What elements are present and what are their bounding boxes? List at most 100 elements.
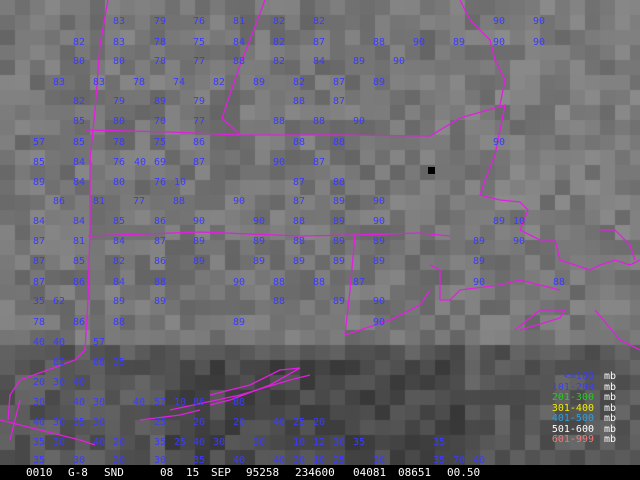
field-2: 04081	[353, 466, 387, 479]
pressure-value: 86	[153, 216, 167, 227]
pressure-value: 84	[112, 277, 126, 288]
pressure-value: 90	[512, 236, 526, 247]
pressure-value: 78	[32, 317, 46, 328]
pressure-value: 89	[112, 296, 126, 307]
legend-unit: mb	[604, 371, 617, 382]
pressure-value: 25	[173, 437, 187, 448]
pressure-value: 88	[272, 296, 286, 307]
pressure-value: 70	[153, 116, 167, 127]
pressure-value: 90	[392, 56, 406, 67]
pressure-value: 87	[32, 256, 46, 267]
pressure-value: 88	[272, 277, 286, 288]
pressure-value: 86	[72, 277, 86, 288]
pressure-value: 80	[112, 177, 126, 188]
pressure-value: 90	[412, 37, 426, 48]
legend-unit: mb	[604, 434, 617, 445]
pressure-value: 89	[252, 256, 266, 267]
pressure-value: 87	[32, 277, 46, 288]
pressure-value: 35	[432, 437, 446, 448]
legend-unit: mb	[604, 392, 617, 403]
station-marker	[428, 167, 435, 174]
pressure-value: 57	[153, 397, 167, 408]
pressure-value: 89	[153, 96, 167, 107]
pressure-value: 84	[72, 177, 86, 188]
legend-range: 601-999	[551, 434, 594, 445]
pressure-value: 88	[372, 37, 386, 48]
legend-range: 301-400	[551, 402, 594, 414]
pressure-value: 87	[292, 196, 306, 207]
border-line	[84, 0, 109, 351]
pressure-value: 84	[112, 236, 126, 247]
pressure-value: 87	[352, 277, 366, 288]
pressure-value: 90	[372, 196, 386, 207]
pressure-value: 76	[112, 157, 126, 168]
pressure-value: 30	[52, 377, 66, 388]
border-line	[600, 229, 636, 261]
pressure-value: 85	[72, 137, 86, 148]
pressure-value: 30	[252, 437, 266, 448]
pressure-value: 57	[92, 337, 106, 348]
legend-unit: mb	[604, 381, 617, 393]
image-info-bar: 0010 G-8 SND 08 15 SEP 95258 234600 0408…	[0, 465, 640, 480]
pressure-value: 90	[232, 196, 246, 207]
pressure-legend: <=100 mb 101-200 mb 201-300 mb 301-400 mb 401-50…	[522, 372, 634, 446]
pressure-value: 87	[192, 157, 206, 168]
pressure-value: 88	[172, 196, 186, 207]
pressure-value: 84	[72, 157, 86, 168]
pressure-value: 25	[292, 417, 306, 428]
pressure-value: 35	[153, 437, 167, 448]
pressure-value: 90	[532, 37, 546, 48]
pressure-value: 35	[112, 357, 126, 368]
pressure-value: 20	[192, 417, 206, 428]
day-field: 15	[186, 466, 200, 479]
legend-row: 401-500 mb	[522, 414, 634, 425]
pressure-value: 89	[32, 177, 46, 188]
pressure-value: 25	[153, 417, 167, 428]
legend-unit: mb	[604, 423, 617, 435]
pressure-value: 20	[32, 377, 46, 388]
pressure-value: 90	[472, 277, 486, 288]
pressure-value: 86	[72, 317, 86, 328]
frame-number: 0010	[26, 466, 53, 479]
pressure-value: 88	[552, 277, 566, 288]
pressure-value: 30	[92, 417, 106, 428]
pressure-value: 89	[352, 56, 366, 67]
pressure-value: 87	[332, 77, 346, 88]
field-4: 00.50	[447, 466, 481, 479]
border-line	[519, 229, 640, 271]
pressure-value: 12	[312, 437, 326, 448]
pressure-value: 90	[372, 216, 386, 227]
pressure-value: 82	[272, 56, 286, 67]
border-line	[139, 409, 201, 421]
pressure-value: 87	[32, 236, 46, 247]
border-line	[429, 264, 561, 301]
pressure-value: 88	[312, 116, 326, 127]
pressure-value: 85	[112, 216, 126, 227]
pressure-value: 78	[112, 137, 126, 148]
product-code: SND	[104, 466, 124, 479]
pressure-value: 90	[492, 137, 506, 148]
pressure-value: 89	[232, 317, 246, 328]
pressure-value: 88	[312, 277, 326, 288]
legend-row: 601-999 mb	[522, 435, 634, 446]
pressure-value: 81	[92, 196, 106, 207]
pressure-value: 78	[132, 77, 146, 88]
pressure-value: 20	[232, 417, 246, 428]
legend-unit: mb	[604, 402, 617, 414]
pressure-value: 40	[32, 417, 46, 428]
pressure-value: 30	[92, 397, 106, 408]
legend-row: 201-300 mb	[522, 393, 634, 404]
pressure-value: 40	[132, 397, 146, 408]
legend-range: 201-300	[551, 392, 594, 403]
pressure-value: 90	[252, 216, 266, 227]
pressure-value: 88	[292, 236, 306, 247]
pressure-value: 87	[332, 96, 346, 107]
satellite-id: G-8	[68, 466, 88, 479]
pressure-value: 76	[153, 177, 167, 188]
pressure-value: 83	[52, 357, 66, 368]
pressure-value: 20	[312, 417, 326, 428]
pressure-value: 80	[112, 56, 126, 67]
pressure-value: 90	[492, 37, 506, 48]
pressure-value: 88	[272, 116, 286, 127]
pressure-value: 30	[32, 397, 46, 408]
